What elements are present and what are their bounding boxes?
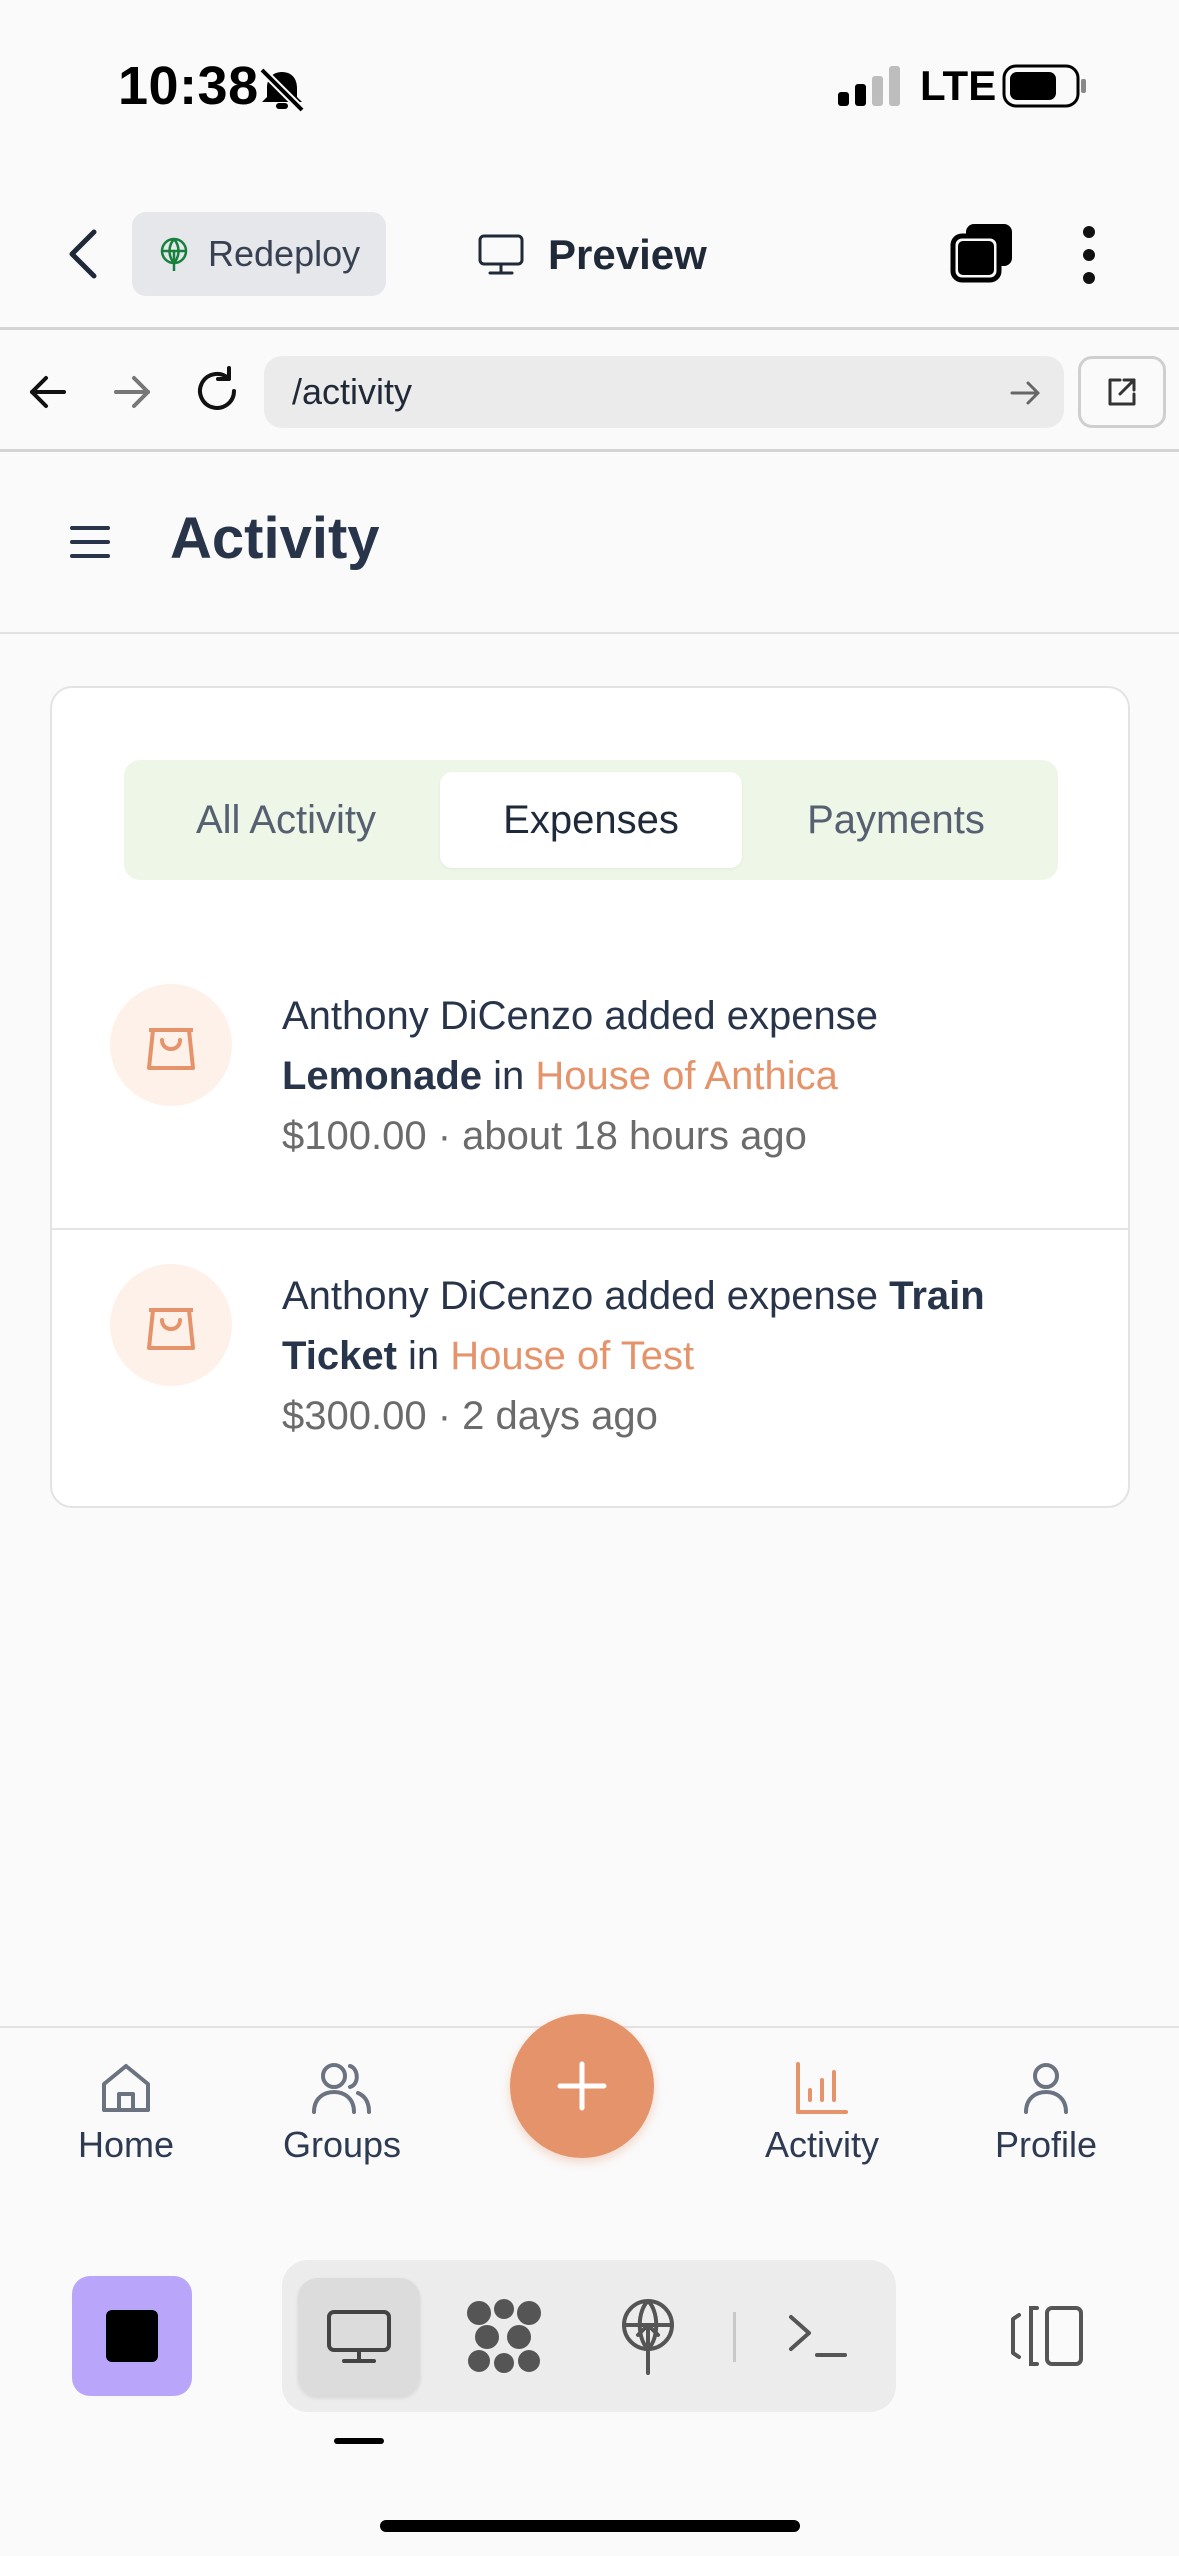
open-external-button[interactable]	[1078, 356, 1166, 428]
tabs-stack-icon[interactable]	[950, 222, 1016, 284]
bell-slash-icon	[259, 67, 305, 112]
stop-button[interactable]	[72, 2276, 192, 2396]
activity-card: All Activity Expenses Payments Anthony D…	[50, 686, 1130, 1508]
bar-chart-icon	[796, 2062, 848, 2114]
activity-meta: $100.00 · about 18 hours ago	[282, 1114, 807, 1158]
activity-connector: in	[396, 1334, 451, 1378]
back-chevron-icon[interactable]	[64, 226, 104, 282]
activity-description: Anthony DiCenzo added expense Train Tick…	[282, 1266, 1082, 1386]
preview-label: Preview	[548, 231, 707, 278]
shopping-bag-icon	[110, 984, 232, 1106]
browser-back-icon[interactable]	[26, 370, 70, 414]
signal-icon	[838, 66, 900, 106]
tool-layout[interactable]	[996, 2286, 1096, 2386]
plus-icon	[557, 2061, 607, 2111]
page-title: Activity	[170, 506, 380, 571]
tool-terminal[interactable]	[768, 2286, 868, 2386]
activity-row[interactable]: Anthony DiCenzo added expense Lemonade i…	[52, 946, 1128, 1224]
tool-divider	[733, 2312, 736, 2362]
nav-activity-label: Activity	[764, 2124, 879, 2165]
external-link-icon	[1108, 378, 1136, 406]
sidebar-layout-icon	[1011, 2306, 1083, 2366]
activity-item: Lemonade	[282, 1054, 483, 1098]
activity-group-link[interactable]: House of Test	[450, 1334, 694, 1378]
tool-graph[interactable]	[454, 2286, 554, 2386]
activity-description: Anthony DiCenzo added expense Lemonade i…	[282, 986, 1082, 1106]
tab-all-activity[interactable]: All Activity	[136, 772, 436, 868]
tab-payments[interactable]: Payments	[746, 772, 1046, 868]
add-expense-fab[interactable]	[510, 2014, 654, 2158]
activity-user: Anthony DiCenzo	[282, 1274, 594, 1318]
nodes-icon	[467, 2299, 541, 2373]
active-tool-indicator	[334, 2438, 384, 2444]
user-icon	[1024, 2063, 1068, 2114]
stop-icon	[106, 2310, 158, 2362]
tab-expenses[interactable]: Expenses	[440, 772, 742, 868]
nav-profile-label: Profile	[994, 2124, 1098, 2165]
nav-groups[interactable]: Groups	[242, 2060, 442, 2166]
nav-home[interactable]: Home	[26, 2060, 226, 2166]
nav-activity[interactable]: Activity	[722, 2060, 922, 2166]
activity-group-link[interactable]: House of Anthica	[535, 1054, 837, 1098]
activity-action: added expense	[593, 994, 878, 1038]
home-indicator	[380, 2520, 800, 2532]
monitor-icon	[478, 234, 524, 275]
status-time: 10:38	[118, 56, 259, 116]
users-icon	[312, 2063, 371, 2114]
terminal-icon	[789, 2315, 847, 2357]
nav-home-label: Home	[77, 2124, 175, 2165]
go-arrow-icon[interactable]	[1008, 378, 1044, 408]
activity-user: Anthony DiCenzo	[282, 994, 594, 1038]
activity-tabs: All Activity Expenses Payments	[124, 760, 1058, 880]
network-type: LTE	[920, 62, 997, 109]
preview-tab[interactable]: Preview	[478, 220, 707, 290]
home-icon	[102, 2064, 150, 2112]
redeploy-label: Redeploy	[208, 233, 361, 274]
activity-action: added expense	[593, 1274, 890, 1318]
more-vertical-icon[interactable]	[1074, 224, 1104, 286]
activity-row[interactable]: Anthony DiCenzo added expense Train Tick…	[52, 1226, 1128, 1504]
redeploy-button[interactable]: Redeploy	[132, 212, 386, 296]
activity-meta: $300.00 · 2 days ago	[282, 1394, 658, 1438]
reload-icon[interactable]	[192, 366, 242, 416]
nav-profile[interactable]: Profile	[946, 2060, 1146, 2166]
shopping-bag-icon	[110, 1264, 232, 1386]
hamburger-menu-icon[interactable]	[70, 524, 110, 560]
nav-groups-label: Groups	[282, 2124, 402, 2165]
url-input[interactable]: /activity	[264, 356, 1064, 428]
tool-deploy[interactable]	[598, 2286, 698, 2386]
tool-preview[interactable]	[298, 2278, 420, 2396]
activity-connector: in	[482, 1054, 536, 1098]
browser-forward-icon[interactable]	[110, 370, 154, 414]
desktop-icon	[327, 2310, 391, 2363]
deploy-icon	[622, 2299, 674, 2375]
battery-icon	[1002, 64, 1086, 108]
deploy-globe-icon	[160, 237, 188, 271]
